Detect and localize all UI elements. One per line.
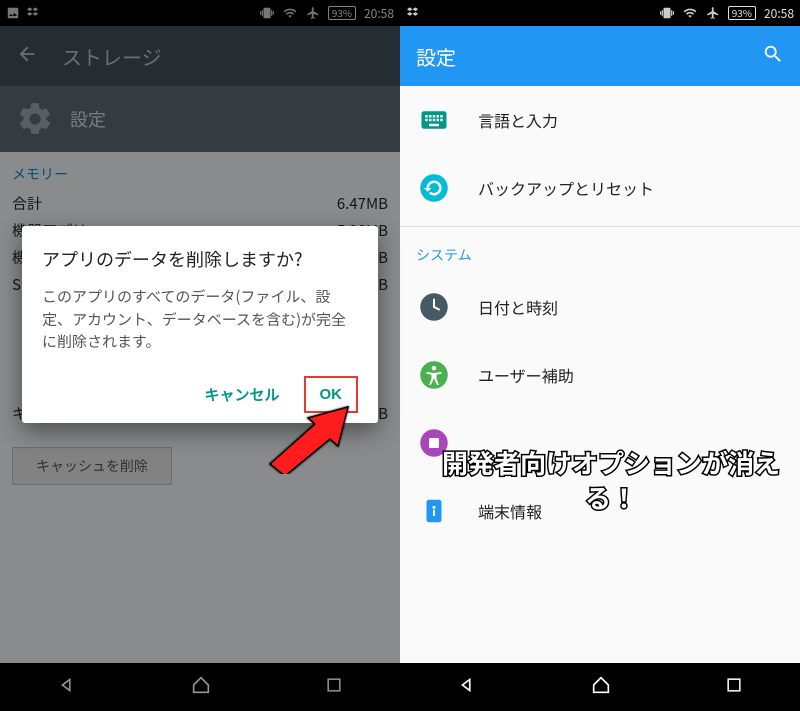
nav-back-icon[interactable] [456, 674, 478, 701]
settings-item-about[interactable]: 端末情報 [400, 477, 800, 545]
image-icon [6, 6, 20, 20]
settings-item-label: バックアップとリセット [478, 176, 654, 200]
toolbar: ストレージ [0, 26, 400, 86]
dropbox-icon [406, 6, 420, 20]
nav-recent-icon[interactable] [724, 675, 744, 700]
cancel-button[interactable]: キャンセル [190, 376, 293, 413]
right-screen: 93% 20:58 設定 言語と入力 バックアップとリセット [400, 0, 800, 711]
left-screen: 93% 20:58 ストレージ 設定 メモリー 合計 6.47MB 機器アプリ [0, 0, 400, 711]
about-phone-icon [418, 495, 450, 527]
clear-cache-button[interactable]: キャッシュを削除 [12, 447, 172, 485]
vibrate-icon [260, 6, 274, 20]
dialog-body: このアプリのすべてのデータ(ファイル、設定、アカウント、データベースを含む)が完… [42, 286, 358, 354]
restore-icon [418, 172, 450, 204]
settings-item-label: 端末情報 [478, 499, 542, 523]
back-icon[interactable] [16, 43, 38, 70]
app-banner: 設定 [0, 86, 400, 152]
settings-list: 言語と入力 バックアップとリセット システム 日付と時刻 ユ [400, 86, 800, 663]
dialog-title: アプリのデータを削除しますか? [42, 246, 358, 272]
toolbar: 設定 [400, 26, 800, 86]
search-icon[interactable] [762, 43, 784, 70]
settings-item-label: 言語と入力 [478, 108, 558, 132]
section-system-label: システム [400, 231, 800, 273]
keyboard-icon [418, 104, 450, 136]
nav-home-icon[interactable] [190, 674, 212, 701]
settings-item-accessibility[interactable]: ユーザー補助 [400, 341, 800, 409]
vibrate-icon [660, 6, 674, 20]
ok-button[interactable]: OK [304, 376, 359, 413]
nav-home-icon[interactable] [590, 674, 612, 701]
memory-row: 合計 6.47MB [12, 190, 388, 217]
settings-item-hidden[interactable]: . [400, 409, 800, 477]
settings-item-backup[interactable]: バックアップとリセット [400, 154, 800, 222]
section-memory-label: メモリー [0, 152, 400, 190]
nav-recent-icon[interactable] [324, 675, 344, 700]
nav-back-icon[interactable] [56, 674, 78, 701]
app-name: 設定 [70, 106, 106, 132]
battery-indicator: 93% [728, 6, 756, 20]
navigation-bar [0, 663, 400, 711]
page-title: 設定 [416, 42, 456, 71]
accessibility-icon [418, 359, 450, 391]
clock-icon [418, 291, 450, 323]
status-bar: 93% 20:58 [0, 0, 400, 26]
divider [400, 226, 800, 227]
printer-icon [418, 427, 450, 459]
battery-indicator: 93% [328, 6, 356, 20]
wifi-icon [282, 6, 298, 20]
confirm-dialog: アプリのデータを削除しますか? このアプリのすべてのデータ(ファイル、設定、アカ… [22, 226, 378, 423]
airplane-icon [306, 6, 320, 20]
clock: 20:58 [364, 5, 394, 22]
page-title: ストレージ [62, 42, 162, 71]
settings-item-language[interactable]: 言語と入力 [400, 86, 800, 154]
settings-item-label: 日付と時刻 [478, 295, 558, 319]
status-bar: 93% 20:58 [400, 0, 800, 26]
wifi-icon [682, 6, 698, 20]
gear-icon [16, 100, 54, 138]
settings-item-datetime[interactable]: 日付と時刻 [400, 273, 800, 341]
settings-item-label: ユーザー補助 [478, 363, 574, 387]
airplane-icon [706, 6, 720, 20]
navigation-bar [400, 663, 800, 711]
clock: 20:58 [764, 5, 794, 22]
dropbox-icon [26, 6, 40, 20]
